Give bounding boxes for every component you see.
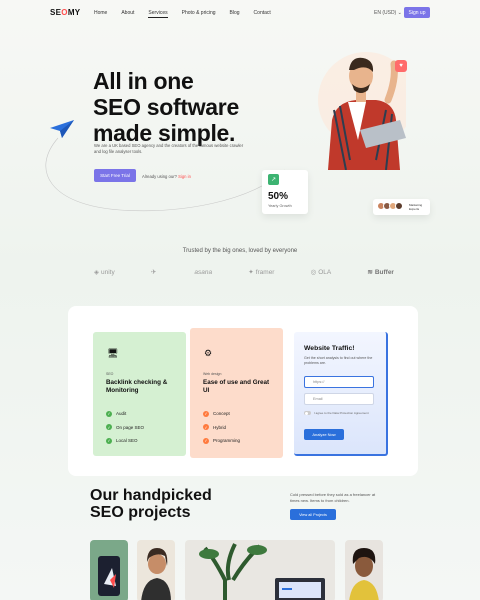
- list-item: ✓ On page SEO: [106, 424, 145, 431]
- main-menu: Home About Services Photo & pricing Blog…: [94, 10, 271, 18]
- hero-person-image: [318, 52, 406, 170]
- team-card: Marketing Experts: [373, 199, 430, 215]
- chevron-down-icon: ⌄: [397, 10, 402, 16]
- project-thumbnail[interactable]: [345, 540, 383, 600]
- list-item: ✓ Audit: [106, 410, 127, 417]
- list-item: ✓ Local SEO: [106, 437, 138, 444]
- language-selector[interactable]: EN (USD) ⌄: [374, 10, 402, 16]
- form-description: Get the short analysis to find out where…: [304, 356, 373, 365]
- check-icon: ✓: [203, 410, 209, 417]
- trusted-heading: Trusted by the big ones, loved by everyo…: [182, 248, 298, 254]
- website-traffic-form: Website Traffic! Get the short analysis …: [294, 332, 388, 456]
- growth-stat-card: ↗ 50% Yearly Growth: [262, 170, 308, 214]
- consent-row: I agree to the Data Protection Agreement: [304, 411, 372, 415]
- chart-up-icon: ↗: [268, 174, 279, 185]
- heart-icon: ♥: [395, 60, 407, 72]
- avatar: [395, 202, 403, 210]
- avatar-group: [377, 202, 403, 210]
- feature-title: Ease of use and Great UI: [203, 379, 270, 394]
- nav-item-blog[interactable]: Blog: [230, 10, 240, 18]
- bird-logo: ✈: [150, 269, 157, 276]
- url-input[interactable]: https://: [304, 376, 374, 388]
- growth-stat-value: 50%: [268, 191, 289, 202]
- paper-plane-icon: [50, 120, 74, 138]
- projects-title: Our handpicked SEO projects: [90, 487, 212, 521]
- check-icon: ✓: [203, 437, 209, 444]
- feature-list: ✓ Concept ✓ Hybrid ✓ Programming: [203, 407, 240, 448]
- brand-logo[interactable]: SEOMY: [50, 8, 80, 17]
- list-item: ✓ Programming: [203, 437, 241, 444]
- unity-logo: ◈ unity: [94, 268, 115, 277]
- gear-icon: ⚙: [204, 348, 213, 358]
- decorative-swoosh: [45, 137, 286, 212]
- buffer-logo: ≋ Buffer: [367, 268, 394, 277]
- check-icon: ✓: [106, 424, 112, 431]
- ola-logo: ◎ OLA: [310, 268, 332, 277]
- asana-logo: asana: [194, 268, 213, 276]
- feature-card-backlink: 🖥 SEO Backlink checking & Monitoring ✓ Au…: [93, 332, 186, 456]
- check-icon: ✓: [106, 410, 112, 417]
- nav-item-about[interactable]: About: [121, 10, 134, 18]
- feature-title: Backlink checking & Monitoring: [106, 379, 168, 394]
- check-icon: ✓: [203, 424, 209, 431]
- email-field[interactable]: Email: [304, 393, 374, 405]
- monitor-check-icon: 🖥: [107, 348, 119, 358]
- form-title: Website Traffic!: [304, 345, 355, 352]
- analyze-now-button[interactable]: Analyze Now: [304, 429, 344, 440]
- partner-logos: ◈ unity ✈ asana ✦ framer ◎ OLA ≋ Buffer: [94, 268, 394, 277]
- project-thumbnail[interactable]: [90, 540, 128, 600]
- team-label: Marketing Experts: [409, 203, 423, 211]
- consent-toggle[interactable]: [304, 411, 311, 415]
- projects-description: Cold pressed before they sold as a freel…: [290, 492, 376, 503]
- list-item: ✓ Concept: [203, 410, 230, 417]
- feature-list: ✓ Audit ✓ On page SEO ✓ Local SEO: [106, 407, 144, 448]
- project-thumbnail[interactable]: [185, 540, 335, 600]
- nav-item-home[interactable]: Home: [94, 10, 107, 18]
- consent-text: I agree to the Data Protection Agreement: [314, 411, 369, 415]
- growth-stat-label: Yearly Growth: [268, 204, 292, 208]
- signup-button[interactable]: Sign up: [404, 7, 430, 18]
- project-thumbnail[interactable]: [137, 540, 175, 600]
- feature-card-ui: ⚙ Web design Ease of use and Great UI ✓ C…: [190, 328, 283, 458]
- top-navigation: SEOMY Home About Services Photo & pricin…: [0, 0, 480, 26]
- nav-item-contact[interactable]: Contact: [254, 10, 271, 18]
- nav-item-services[interactable]: Services: [148, 10, 168, 18]
- list-item: ✓ Hybrid: [203, 424, 227, 431]
- nav-item-pricing[interactable]: Photo & pricing: [182, 10, 216, 18]
- view-all-projects-button[interactable]: View all Projects: [290, 509, 336, 520]
- check-icon: ✓: [106, 437, 112, 444]
- framer-logo: ✦ framer: [248, 268, 275, 277]
